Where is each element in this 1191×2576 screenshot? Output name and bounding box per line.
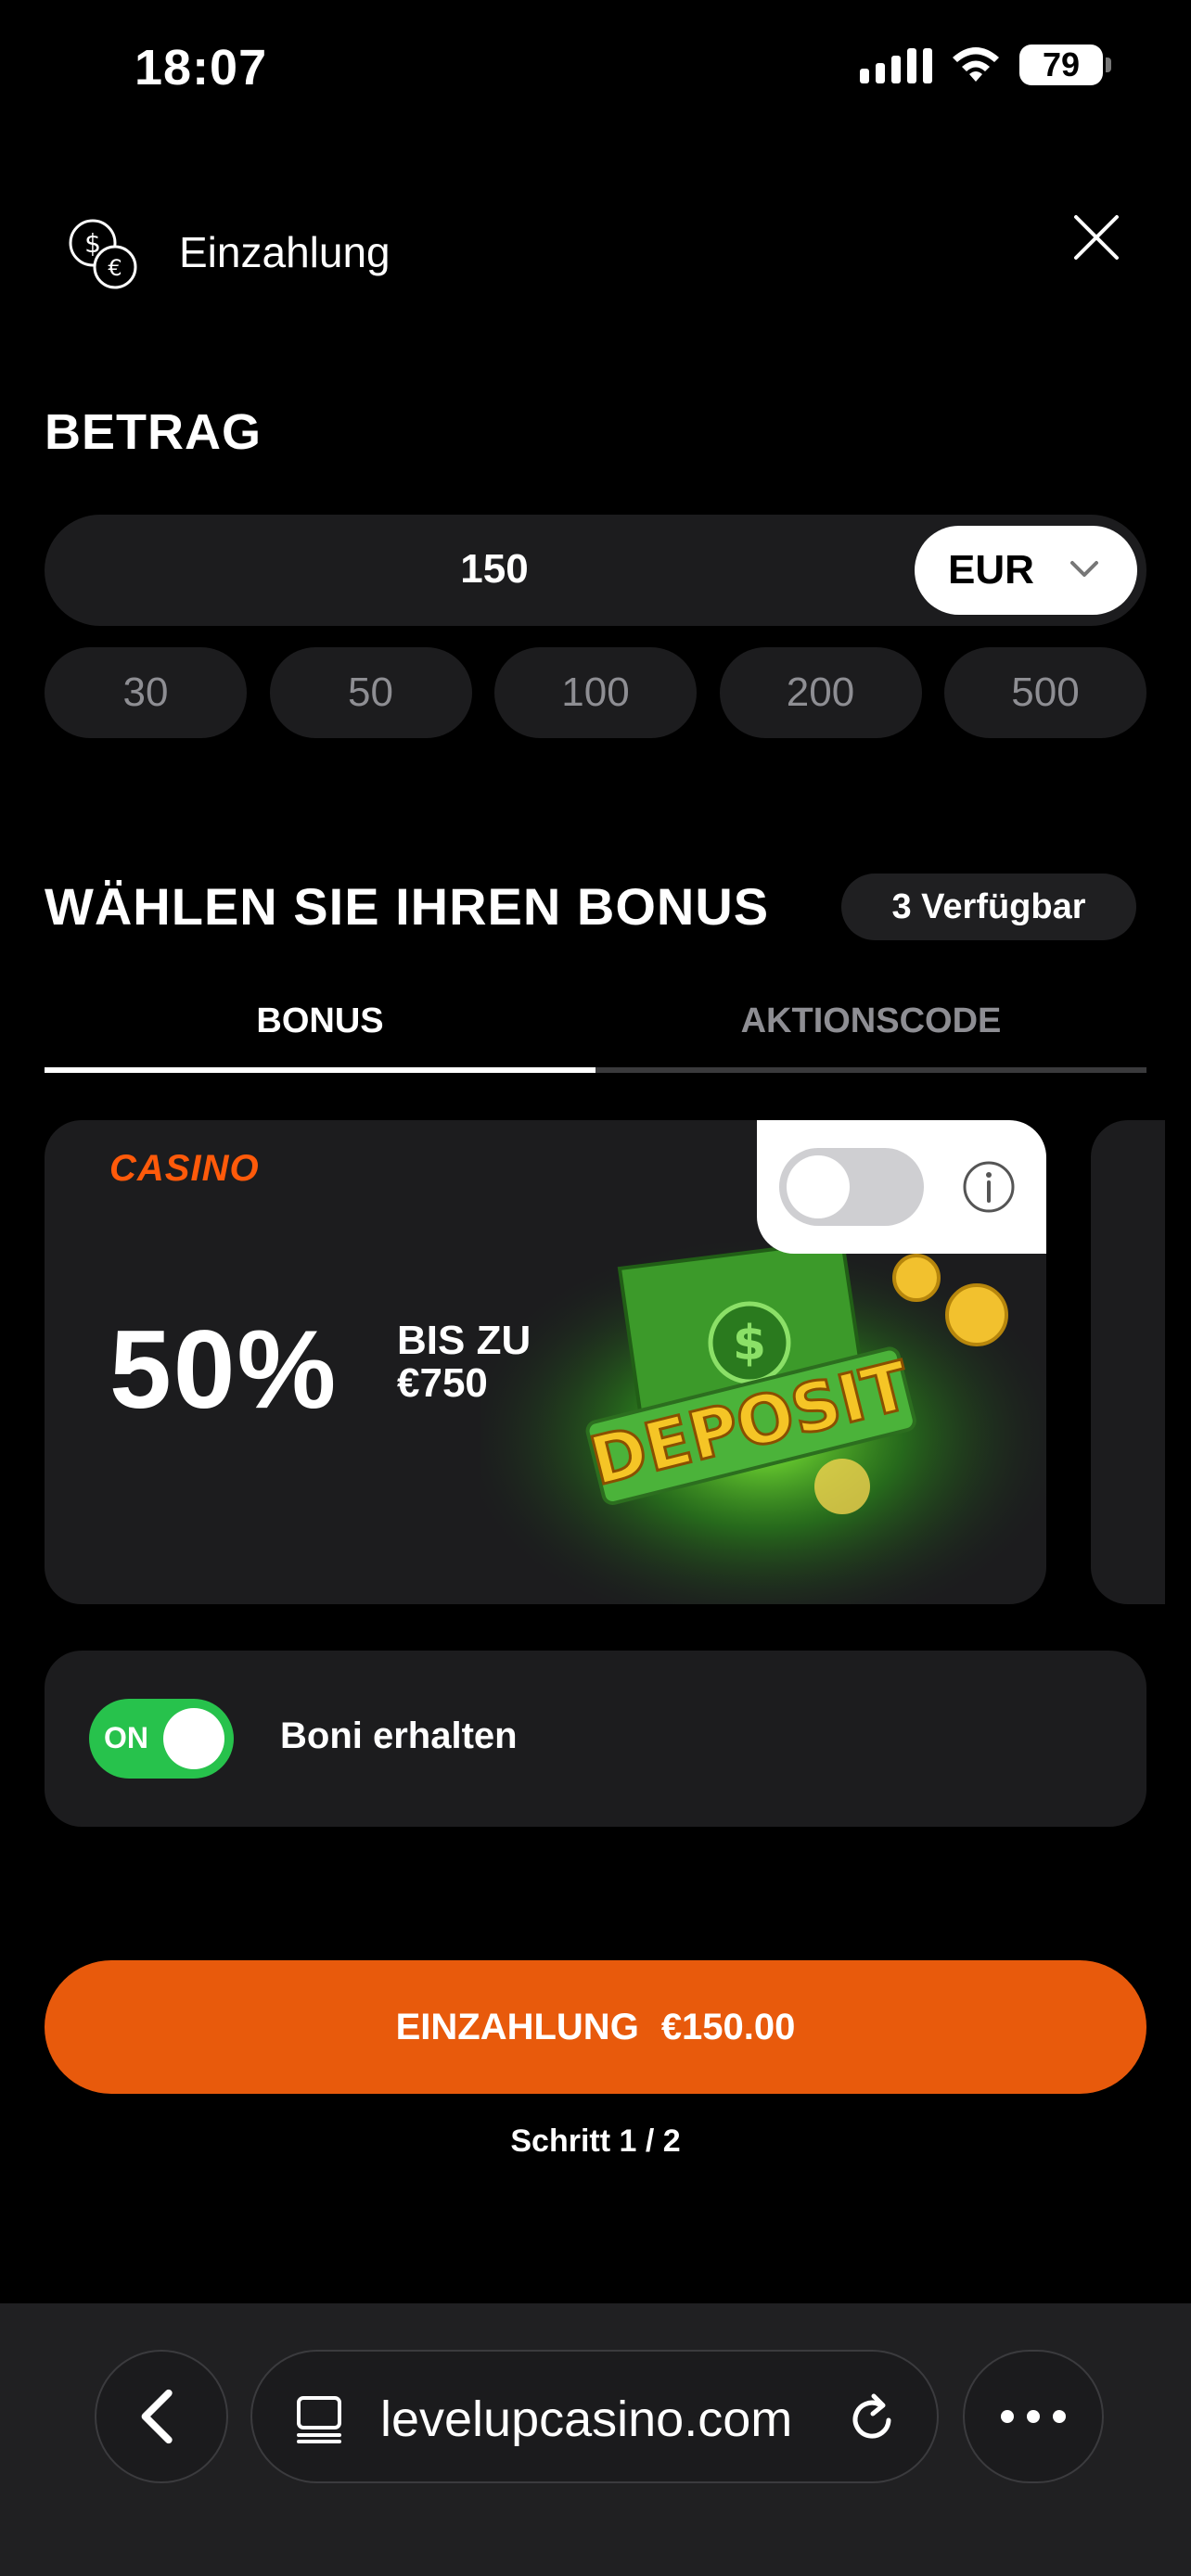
info-icon[interactable] xyxy=(961,1159,1017,1215)
more-dot xyxy=(1053,2410,1066,2423)
receive-bonus-toggle[interactable]: ON xyxy=(89,1699,234,1779)
browser-toolbar: levelupcasino.com xyxy=(0,2303,1191,2576)
wifi-icon xyxy=(953,47,999,82)
close-icon[interactable] xyxy=(1069,210,1124,265)
amount-presets: 30 50 100 200 500 xyxy=(45,647,1146,738)
bonus-upto-label: BIS ZU xyxy=(397,1318,531,1363)
bonus-card[interactable]: $ DEPOSIT CASINO 50% BIS ZU €750 xyxy=(45,1120,1046,1604)
next-bonus-card[interactable] xyxy=(1091,1120,1165,1604)
bonus-tabs: BONUS AKTIONSCODE xyxy=(45,1001,1146,1076)
more-dot xyxy=(1027,2410,1040,2423)
more-options-button[interactable] xyxy=(963,2350,1104,2483)
chevron-down-icon xyxy=(1070,561,1098,577)
available-count-badge: 3 Verfügbar xyxy=(841,874,1136,940)
battery-icon: 79 xyxy=(1019,45,1111,85)
casino-logo: CASINO xyxy=(109,1148,260,1189)
bonus-card-controls xyxy=(757,1120,1046,1254)
deposit-button[interactable]: EINZAHLUNG €150.00 xyxy=(45,1960,1146,2094)
signal-icon xyxy=(860,46,932,83)
preset-amount-button[interactable]: 30 xyxy=(45,647,247,738)
status-bar: 18:07 79 xyxy=(0,0,1191,139)
toggle-knob xyxy=(163,1708,224,1769)
preset-amount-button[interactable]: 50 xyxy=(269,647,472,738)
chevron-left-icon xyxy=(141,2389,173,2444)
page-menu-icon[interactable] xyxy=(291,2391,347,2446)
deposit-button-amount: €150.00 xyxy=(660,2006,796,2047)
back-button[interactable] xyxy=(95,2350,228,2483)
receive-bonus-label: Boni erhalten xyxy=(280,1715,518,1756)
deposit-button-label: EINZAHLUNG xyxy=(395,2006,639,2047)
bonus-select-toggle[interactable] xyxy=(779,1148,924,1226)
preset-amount-button[interactable]: 100 xyxy=(494,647,697,738)
address-bar[interactable]: levelupcasino.com xyxy=(250,2350,939,2483)
step-indicator: Schritt 1 / 2 xyxy=(510,2123,681,2159)
tab-active-indicator xyxy=(45,1067,596,1073)
status-icons: 79 xyxy=(860,45,1111,85)
currency-label: EUR xyxy=(948,547,1034,593)
amount-section-title: BETRAG xyxy=(45,404,262,460)
deposit-money-illustration: $ DEPOSIT xyxy=(480,1231,1046,1604)
amount-value[interactable]: 150 xyxy=(45,546,944,593)
battery-level: 79 xyxy=(1042,45,1081,83)
amount-input[interactable]: 150 EUR xyxy=(45,515,1146,626)
bonus-section-title: WÄHLEN SIE IHREN BONUS xyxy=(45,877,770,936)
svg-text:€: € xyxy=(108,255,122,281)
svg-text:$: $ xyxy=(733,1316,766,1371)
receive-bonus-row: ON Boni erhalten xyxy=(45,1651,1146,1827)
bonus-max-amount: €750 xyxy=(397,1360,488,1406)
url-text: levelupcasino.com xyxy=(380,2391,793,2447)
bonus-percent: 50% xyxy=(109,1307,339,1432)
tab-bonus[interactable]: BONUS xyxy=(45,1001,596,1041)
reload-icon[interactable] xyxy=(842,2389,902,2448)
preset-amount-button[interactable]: 200 xyxy=(719,647,922,738)
more-dot xyxy=(1001,2410,1014,2423)
page-title: Einzahlung xyxy=(179,228,391,276)
currency-coins-icon: $ € xyxy=(69,219,137,289)
bonus-max: BIS ZU €750 xyxy=(397,1320,531,1405)
deposit-header: $ € Einzahlung xyxy=(45,204,1146,306)
currency-select[interactable]: EUR xyxy=(915,526,1137,615)
tab-promo-code[interactable]: AKTIONSCODE xyxy=(596,1001,1146,1041)
toggle-on-label: ON xyxy=(104,1721,148,1754)
status-time: 18:07 xyxy=(134,40,268,96)
preset-amount-button[interactable]: 500 xyxy=(944,647,1146,738)
